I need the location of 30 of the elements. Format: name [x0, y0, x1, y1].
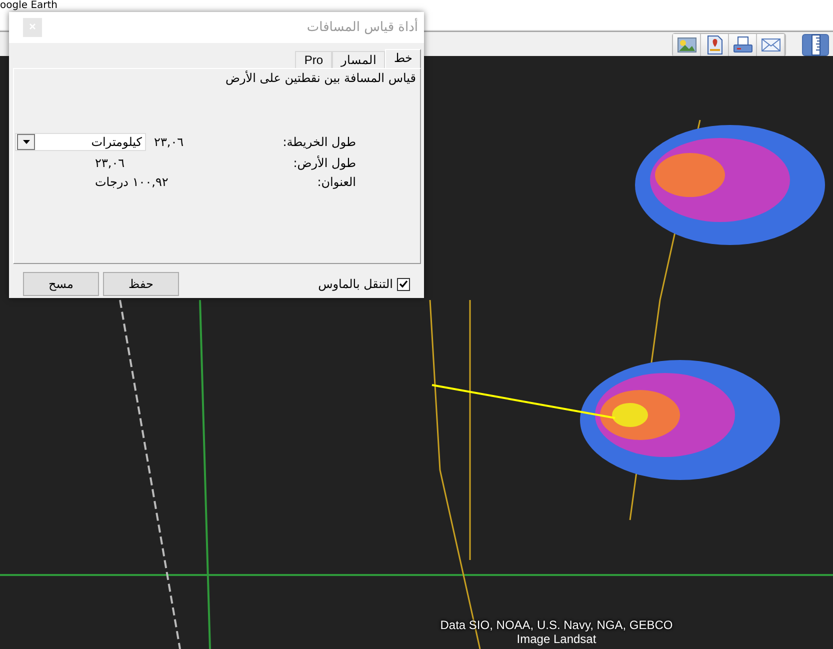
description-text: قياس المسافة بين نقطتين على الأرض — [224, 71, 416, 85]
printer-icon — [732, 36, 752, 54]
field-label: العنوان: — [316, 175, 356, 189]
close-icon — [29, 23, 36, 30]
envelope-icon — [760, 38, 780, 52]
tab[interactable]: Pro — [295, 51, 332, 68]
toolbar-button[interactable] — [701, 34, 729, 56]
dropdown-arrow-icon — [22, 140, 30, 144]
dialog-title: أداة قياس المسافات — [306, 20, 418, 35]
toolbar-button[interactable] — [757, 34, 785, 56]
mouse-navigation-checkbox[interactable]: التنقل بالماوس — [318, 277, 410, 291]
field-label: طول الخريطة: — [282, 135, 356, 149]
checkmark-icon — [399, 280, 408, 288]
tab[interactable]: المسار — [332, 51, 385, 68]
field-value: ٢٣,٠٦ — [94, 156, 126, 170]
toolbar-button[interactable] — [729, 34, 757, 56]
dialog-button[interactable]: مسح — [23, 272, 99, 296]
field-value: ٢٣,٠٦ — [154, 135, 185, 149]
app-title: oogle Earth — [0, 0, 58, 12]
map-attribution: Image Landsat — [516, 632, 598, 646]
field-value: ١٠٠,٩٢ درجات — [94, 175, 170, 189]
field-label: طول الأرض: — [292, 156, 356, 170]
toolbar-button[interactable] — [673, 34, 701, 56]
toolbar-button[interactable] — [802, 34, 829, 56]
document-pin-icon — [706, 34, 722, 54]
tab[interactable]: خط — [385, 49, 421, 68]
ruler-icon — [810, 34, 820, 56]
dialog-button[interactable]: حفظ — [103, 272, 179, 296]
picture-icon — [676, 36, 696, 52]
unit-dropdown[interactable]: كيلومترات — [15, 133, 146, 151]
